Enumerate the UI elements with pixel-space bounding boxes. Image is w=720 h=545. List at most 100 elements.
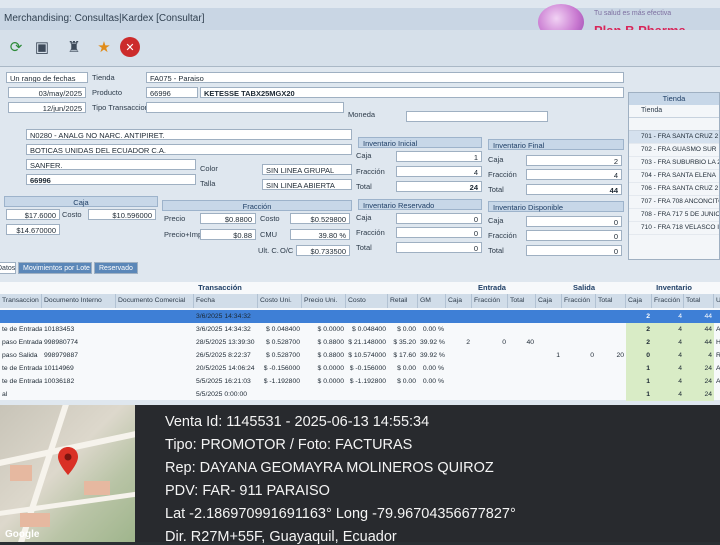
store-list-item[interactable]: 704 - FRA SANTA ELENA (629, 170, 719, 183)
refresh-button[interactable]: ⟳ (4, 36, 28, 58)
table-cell: 2 (626, 310, 652, 323)
store-list-column-header[interactable]: Tienda (629, 105, 719, 118)
producto-code-field[interactable]: 66996 (146, 87, 198, 98)
store-list-item[interactable]: 708 - FRA 717 5 DE JUNIO (629, 209, 719, 222)
table-cell (116, 349, 194, 362)
table-cell: 10036182 (44, 378, 75, 385)
grid-column-header[interactable]: Caja (536, 294, 562, 308)
store-list-item[interactable]: 702 - FRA GUASMO SUR (629, 144, 719, 157)
table-cell: 1 (556, 352, 560, 359)
grid-column-header[interactable]: Total (596, 294, 626, 308)
caja-section-title: Caja (4, 196, 158, 207)
store-list-item[interactable]: 703 - FRA SUBURBIO LA 25A (629, 157, 719, 170)
table-cell (596, 388, 626, 401)
inv-disponible-total: 0 (526, 245, 622, 256)
store-filter-row[interactable] (629, 118, 719, 131)
walk-icon: ♜ (67, 39, 81, 56)
kardex-grid[interactable]: Transacción Entrada Salida Inventario Tr… (0, 282, 720, 401)
table-cell (596, 336, 626, 349)
grid-column-header[interactable]: Retail (388, 294, 418, 308)
store-list[interactable]: Tienda Tienda 701 - FRA SANTA CRUZ 2 702 … (628, 92, 720, 260)
moneda-select[interactable] (406, 111, 548, 122)
table-cell: 4 (652, 310, 684, 323)
table-cell (42, 310, 116, 323)
store-list-item[interactable]: 706 - FRA SANTA CRUZ 2 (629, 183, 719, 196)
date-from-field[interactable]: 03/may/2025 (8, 87, 86, 98)
inv-final-fraccion-label: Fracción (488, 170, 517, 179)
table-cell (446, 388, 472, 401)
table-row[interactable]: paso Salida 998979887 26/5/2025 8:22:37 $ 0… (0, 349, 720, 362)
table-cell: 4 (652, 362, 684, 375)
table-cell: 2 (626, 336, 652, 349)
grid-column-header[interactable]: Fracción (472, 294, 508, 308)
table-cell (562, 336, 596, 349)
table-cell: 998980774 (44, 339, 79, 346)
group-transaccion: Transacción (198, 283, 242, 292)
venta-id-text: Venta Id: 1145531 - 2025-06-13 14:55:34 (165, 414, 430, 430)
inv-final-total-label: Total (488, 185, 504, 194)
table-cell (536, 310, 562, 323)
date-to-field[interactable]: 12/jun/2025 (8, 102, 86, 113)
table-row[interactable]: te de Entrada 10114969 20/5/2025 14:06:24 $… (0, 362, 720, 375)
table-cell: te de Entrada (2, 378, 42, 385)
product-category-field: N0280 - ANALG NO NARC. ANTIPIRET. (26, 129, 352, 140)
table-cell: 4 (652, 388, 684, 401)
grid-column-header[interactable]: Caja (446, 294, 472, 308)
tab-datos[interactable]: Datos (0, 262, 16, 274)
table-cell: $ 17.60 (393, 352, 416, 359)
store-list-item[interactable]: 710 - FRA 718 VELASCO IBARRA (629, 222, 719, 235)
walk-button[interactable]: ♜ (62, 36, 86, 58)
map-block (10, 465, 32, 481)
table-cell: 44 (684, 336, 714, 349)
grid-column-header[interactable]: Fracción (562, 294, 596, 308)
grid-column-header[interactable]: Documento Interno (42, 294, 116, 308)
table-cell: paso Entrada (2, 339, 42, 346)
table-row[interactable]: te de Entrada 10036182 5/5/2025 16:21:03 $ … (0, 375, 720, 388)
grid-column-header[interactable]: Fecha (194, 294, 258, 308)
table-cell: 39.92 % (420, 339, 445, 346)
rep-text: Rep: DAYANA GEOMAYRA MOLINEROS QUIROZ (165, 460, 494, 476)
table-cell (258, 310, 302, 323)
store-list-item[interactable]: 707 - FRA 708 ANCONCITO (629, 196, 719, 209)
favorite-button[interactable]: ★ (92, 36, 116, 58)
tipo-transaccion-field[interactable] (146, 102, 344, 113)
grid-column-header[interactable]: Total (684, 294, 714, 308)
table-cell (562, 310, 596, 323)
table-cell (446, 375, 472, 388)
table-cell (562, 375, 596, 388)
grid-column-header[interactable]: GM (418, 294, 446, 308)
table-row[interactable]: paso Entrada 998980774 28/5/2025 13:39:30 $… (0, 336, 720, 349)
table-row[interactable]: al 5/5/2025 0:00:00 1 4 24 (0, 388, 720, 401)
grid-column-header[interactable]: Total (508, 294, 536, 308)
tienda-field[interactable]: FA075 - Paraiso (146, 72, 624, 83)
tab-movimientos-por-lote[interactable]: Movimientos por Lote (18, 262, 92, 274)
table-cell: 44 (684, 323, 714, 336)
group-inventario: Inventario (656, 283, 692, 292)
map-block (84, 481, 110, 495)
grid-column-header[interactable]: Documento Comercial (116, 294, 194, 308)
grid-column-header[interactable]: U (714, 294, 720, 308)
close-icon: ✕ (125, 41, 135, 54)
table-cell (596, 310, 626, 323)
table-row[interactable]: te de Entrada 10183453 3/6/2025 14:34:32 $ … (0, 323, 720, 336)
grid-column-header[interactable]: Costo (346, 294, 388, 308)
grid-column-header[interactable]: Fracción (652, 294, 684, 308)
talla-label: Talla (200, 179, 216, 188)
store-list-item[interactable]: 701 - FRA SANTA CRUZ 2 (629, 131, 719, 144)
range-select[interactable]: Un rango de fechas (6, 72, 88, 83)
grid-column-header[interactable]: Precio Uni. (302, 294, 346, 308)
producto-name-field[interactable]: KETESSE TABX25MGX20 (200, 87, 624, 98)
inv-inicial-caja: 1 (396, 151, 482, 162)
close-button[interactable]: ✕ (120, 37, 140, 57)
inv-reservado-caja: 0 (396, 213, 482, 224)
print-button[interactable]: ▣ (30, 36, 54, 58)
grid-column-header[interactable]: Transaccion (0, 294, 42, 308)
grid-column-header[interactable]: Costo Uni. (258, 294, 302, 308)
inv-reservado-fraccion: 0 (396, 227, 482, 238)
inv-inicial-fraccion: 4 (396, 166, 482, 177)
table-row[interactable]: 3/6/2025 14:34:32 2 4 44 (0, 310, 720, 323)
grid-column-header[interactable]: Caja (626, 294, 652, 308)
tab-reservado[interactable]: Reservado (94, 262, 138, 274)
table-cell (446, 349, 472, 362)
table-cell (536, 336, 562, 349)
